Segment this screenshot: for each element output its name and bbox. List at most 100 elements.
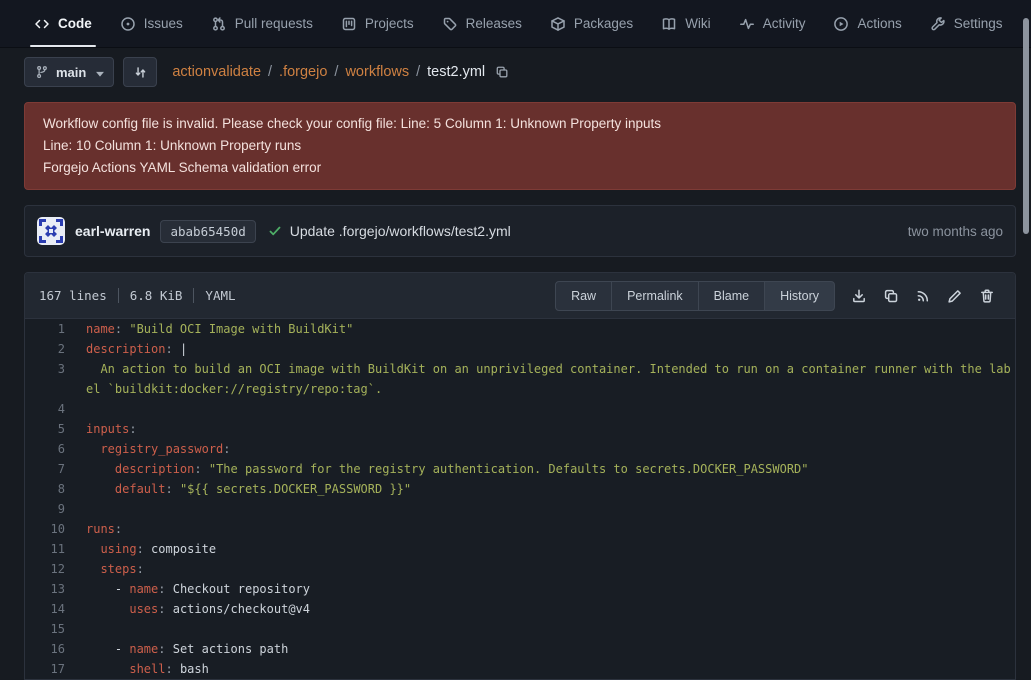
line-number[interactable]: 15 <box>25 619 65 639</box>
code-view: 1name: "Build OCI Image with BuildKit"2d… <box>25 319 1015 679</box>
line-number[interactable]: 3 <box>25 359 65 399</box>
download-icon[interactable] <box>843 282 875 310</box>
avatar[interactable] <box>37 217 65 245</box>
file-header: 167 lines6.8 KiBYAML RawPermalinkBlameHi… <box>25 273 1015 319</box>
scrollbar-thumb[interactable] <box>1023 18 1029 234</box>
line-content: uses: actions/checkout@v4 <box>65 599 1015 619</box>
line-content <box>65 619 1015 639</box>
nav-tab-releases[interactable]: Releases <box>428 0 536 47</box>
nav-tab-label: Projects <box>365 16 414 31</box>
file-meta-item: 167 lines <box>39 288 107 303</box>
line-content: - name: Set actions path <box>65 639 1015 659</box>
breadcrumb-segment[interactable]: actionvalidate <box>172 64 261 80</box>
nav-tab-label: Issues <box>144 16 183 31</box>
line-number[interactable]: 13 <box>25 579 65 599</box>
line-number[interactable]: 8 <box>25 479 65 499</box>
nav-tab-actions[interactable]: Actions <box>819 0 915 47</box>
file-action-icons <box>843 282 1003 310</box>
nav-tab-pull-requests[interactable]: Pull requests <box>197 0 327 47</box>
history-button[interactable]: History <box>764 281 835 311</box>
line-content: runs: <box>65 519 1015 539</box>
line-content: shell: bash <box>65 659 1015 679</box>
nav-tab-label: Activity <box>763 16 806 31</box>
pulse-icon <box>739 16 755 32</box>
error-line: Line: 10 Column 1: Unknown Property runs <box>43 135 997 157</box>
breadcrumb-segment[interactable]: workflows <box>345 64 409 80</box>
line-number[interactable]: 1 <box>25 319 65 339</box>
nav-tab-wiki[interactable]: Wiki <box>647 0 725 47</box>
blame-button[interactable]: Blame <box>698 281 765 311</box>
edit-icon[interactable] <box>939 282 971 310</box>
line-number[interactable]: 6 <box>25 439 65 459</box>
code-line: 4 <box>25 399 1015 419</box>
branch-icon <box>35 65 49 79</box>
pull-request-icon <box>211 16 227 32</box>
line-number[interactable]: 16 <box>25 639 65 659</box>
line-content: An action to build an OCI image with Bui… <box>65 359 1015 399</box>
nav-tab-label: Code <box>58 16 92 31</box>
book-icon <box>661 16 677 32</box>
file-meta-item: 6.8 KiB <box>130 288 183 303</box>
meta-divider <box>118 288 119 303</box>
file-path-bar: main actionvalidate/.forgejo/workflows/t… <box>24 56 1016 88</box>
breadcrumb-separator: / <box>416 64 420 80</box>
line-content: default: "${{ secrets.DOCKER_PASSWORD }}… <box>65 479 1015 499</box>
code-line: 5inputs: <box>25 419 1015 439</box>
rss-icon[interactable] <box>907 282 939 310</box>
code-line: 11 using: composite <box>25 539 1015 559</box>
breadcrumb-separator: / <box>268 64 272 80</box>
breadcrumb: actionvalidate/.forgejo/workflows/test2.… <box>172 64 485 80</box>
code-line: 1name: "Build OCI Image with BuildKit" <box>25 319 1015 339</box>
code-line: 9 <box>25 499 1015 519</box>
nav-tab-packages[interactable]: Packages <box>536 0 647 47</box>
commit-sha[interactable]: abab65450d <box>160 220 255 243</box>
code-line: 2description: | <box>25 339 1015 359</box>
line-content: using: composite <box>65 539 1015 559</box>
page-scrollbar[interactable] <box>1022 0 1029 676</box>
raw-button[interactable]: Raw <box>555 281 612 311</box>
line-number[interactable]: 7 <box>25 459 65 479</box>
line-content: inputs: <box>65 419 1015 439</box>
nav-tab-issues[interactable]: Issues <box>106 0 197 47</box>
nav-tab-label: Releases <box>466 16 522 31</box>
copy-path-icon[interactable] <box>495 65 509 79</box>
nav-tab-label: Wiki <box>685 16 711 31</box>
latest-commit: earl-warren abab65450d Update .forgejo/w… <box>24 205 1016 257</box>
error-banner: Workflow config file is invalid. Please … <box>24 102 1016 190</box>
branch-name: main <box>56 65 86 80</box>
line-number[interactable]: 4 <box>25 399 65 419</box>
line-number[interactable]: 12 <box>25 559 65 579</box>
line-content <box>65 499 1015 519</box>
compare-button[interactable] <box>123 57 157 87</box>
line-number[interactable]: 14 <box>25 599 65 619</box>
nav-tab-code[interactable]: Code <box>20 0 106 47</box>
nav-tab-activity[interactable]: Activity <box>725 0 820 47</box>
error-line: Workflow config file is invalid. Please … <box>43 113 997 135</box>
permalink-button[interactable]: Permalink <box>611 281 699 311</box>
line-number[interactable]: 10 <box>25 519 65 539</box>
line-number[interactable]: 17 <box>25 659 65 679</box>
commit-author[interactable]: earl-warren <box>75 223 150 239</box>
package-icon <box>550 16 566 32</box>
code-line: 6 registry_password: <box>25 439 1015 459</box>
nav-tab-settings[interactable]: Settings <box>916 0 1017 47</box>
repo-nav: Code Issues Pull requests Projects Releases P… <box>0 0 1031 48</box>
commit-message[interactable]: Update .forgejo/workflows/test2.yml <box>290 223 511 239</box>
breadcrumb-separator: / <box>334 64 338 80</box>
copy-icon[interactable] <box>875 282 907 310</box>
line-number[interactable]: 2 <box>25 339 65 359</box>
project-icon <box>341 16 357 32</box>
line-number[interactable]: 5 <box>25 419 65 439</box>
code-line: 16 - name: Set actions path <box>25 639 1015 659</box>
commit-status-check-icon[interactable] <box>268 224 282 238</box>
line-content <box>65 399 1015 419</box>
line-content: registry_password: <box>65 439 1015 459</box>
line-number[interactable]: 11 <box>25 539 65 559</box>
breadcrumb-segment[interactable]: .forgejo <box>279 64 327 80</box>
branch-selector[interactable]: main <box>24 57 114 87</box>
line-number[interactable]: 9 <box>25 499 65 519</box>
nav-tab-label: Pull requests <box>235 16 313 31</box>
code-line: 12 steps: <box>25 559 1015 579</box>
delete-icon[interactable] <box>971 282 1003 310</box>
nav-tab-projects[interactable]: Projects <box>327 0 428 47</box>
